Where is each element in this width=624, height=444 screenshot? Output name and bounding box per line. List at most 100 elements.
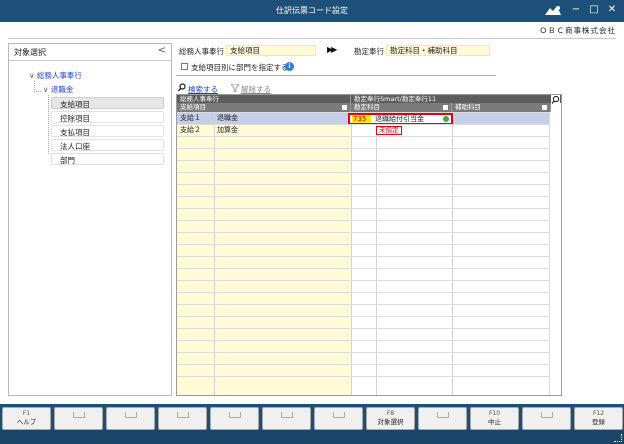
fkey-label: 中止 bbox=[488, 418, 501, 426]
target-value: 勘定科目・補助科目 bbox=[386, 45, 490, 56]
grid-scroll-column[interactable] bbox=[549, 112, 561, 395]
status-strip bbox=[0, 430, 624, 444]
table-row bbox=[177, 124, 549, 125]
clear-filter-icon bbox=[231, 84, 239, 92]
table-row bbox=[177, 196, 549, 197]
target-selection-panel: 対象選択 < ∨ 総務人事奉行 ∨ 退職金 支給項目 控除項目 支払項目 法人口… bbox=[8, 43, 172, 396]
fkey-number: F12 bbox=[592, 410, 605, 417]
fkey-label: ヘルプ bbox=[16, 418, 37, 426]
fkey-blank-f6-button[interactable] bbox=[262, 407, 311, 430]
tree-item-deduction-items[interactable]: 控除項目 bbox=[51, 111, 164, 123]
cell-item-code[interactable]: 支給２ bbox=[177, 125, 214, 136]
table-row bbox=[177, 292, 549, 293]
column-header-item[interactable]: 支給項目 bbox=[177, 103, 351, 112]
tree-item-payment-items[interactable]: 支給項目 bbox=[51, 97, 164, 109]
table-row bbox=[177, 112, 549, 113]
table-row bbox=[177, 256, 549, 257]
table-row bbox=[177, 172, 549, 173]
fkey-number: F10 bbox=[488, 410, 501, 417]
cell-item-name[interactable]: 加算金 bbox=[214, 125, 351, 136]
fkey-blank-f3-button[interactable] bbox=[106, 407, 155, 430]
target-label: 勘定奉行 bbox=[354, 47, 384, 56]
grid-group-header-left: 総務人事奉行 bbox=[177, 95, 351, 103]
tree-connector bbox=[34, 91, 41, 92]
table-row bbox=[177, 160, 549, 161]
fkey-number: F8 bbox=[386, 410, 395, 417]
tree-child-node[interactable]: ∨ 退職金 bbox=[43, 84, 73, 95]
tree-item-corporate-account[interactable]: 法人口座 bbox=[51, 139, 164, 151]
tree-child-label[interactable]: 退職金 bbox=[51, 85, 74, 94]
resize-grip-icon[interactable] bbox=[614, 434, 622, 442]
table-row bbox=[177, 328, 549, 329]
grid-group-header-right: 勘定奉行Smart/勘定奉行11 bbox=[351, 95, 561, 103]
table-row bbox=[177, 364, 549, 365]
form-divider bbox=[176, 75, 496, 76]
tree-root-node[interactable]: ∨ 総務人事奉行 bbox=[29, 70, 82, 81]
cell-account-unset[interactable]: 未指定 bbox=[376, 126, 402, 135]
fkey-blank-f5-button[interactable] bbox=[210, 407, 259, 430]
window-title: 仕訳伝票コード設定 bbox=[276, 6, 348, 15]
panel-title: 対象選択 bbox=[14, 48, 46, 57]
tree-root-label[interactable]: 総務人事奉行 bbox=[37, 71, 82, 80]
tree-connector bbox=[48, 95, 49, 154]
tree-item-payout-items[interactable]: 支払項目 bbox=[51, 125, 164, 137]
table-row bbox=[177, 304, 549, 305]
department-checkbox-label[interactable]: 支給項目別に部門を指定する bbox=[191, 62, 289, 73]
table-row bbox=[177, 340, 549, 341]
column-header-sub-account-label: 補助科目 bbox=[455, 103, 481, 111]
sort-icon[interactable] bbox=[342, 105, 347, 110]
fkey-blank-f11-button[interactable] bbox=[522, 407, 571, 430]
cell-item-name[interactable]: 退職金 bbox=[214, 113, 351, 124]
cell-account-name[interactable]: 退職給付引当金 bbox=[375, 115, 424, 123]
fkey-number: F1 bbox=[22, 410, 31, 417]
close-button[interactable]: ✕ bbox=[605, 3, 619, 17]
source-value: 支給項目 bbox=[226, 45, 316, 56]
grid-search-icon[interactable] bbox=[551, 95, 560, 104]
sort-icon[interactable] bbox=[542, 105, 547, 110]
cell-item-code[interactable]: 支給１ bbox=[177, 113, 214, 124]
cell-account-code[interactable]: 735 bbox=[352, 115, 371, 123]
fkey-help-button[interactable]: F1 ヘルプ bbox=[2, 407, 51, 430]
fkey-label: 対象選択 bbox=[377, 418, 404, 426]
table-row bbox=[177, 280, 549, 281]
mapping-grid: 総務人事奉行 勘定奉行Smart/勘定奉行11 支給項目 勘定科目 補助科目 支… bbox=[176, 94, 562, 396]
header-divider bbox=[8, 38, 616, 39]
table-row bbox=[177, 184, 549, 185]
logo-icon bbox=[545, 6, 561, 15]
clear-label[interactable]: 解除する bbox=[241, 85, 271, 94]
table-row bbox=[177, 136, 549, 137]
info-icon[interactable]: i bbox=[285, 62, 294, 71]
fkey-target-select-button[interactable]: F8 対象選択 bbox=[366, 407, 415, 430]
fkey-label: 登録 bbox=[592, 418, 605, 426]
fkey-blank-f9-button[interactable] bbox=[418, 407, 467, 430]
table-row bbox=[177, 244, 549, 245]
minimize-button[interactable]: − bbox=[569, 3, 583, 17]
table-row bbox=[177, 376, 549, 377]
table-row bbox=[177, 316, 549, 317]
table-row bbox=[177, 232, 549, 233]
column-header-item-label: 支給項目 bbox=[180, 103, 206, 111]
arrow-right-icon: ▶▶ bbox=[327, 45, 337, 54]
fkey-blank-f4-button[interactable] bbox=[158, 407, 207, 430]
search-label[interactable]: 検索する bbox=[188, 85, 218, 94]
table-row bbox=[177, 268, 549, 269]
department-checkbox[interactable] bbox=[181, 63, 188, 70]
table-row bbox=[177, 220, 549, 221]
title-bar: 仕訳伝票コード設定 − □ ✕ bbox=[0, 0, 624, 22]
column-header-sub-account[interactable]: 補助科目 bbox=[452, 103, 551, 112]
maximize-button[interactable]: □ bbox=[587, 3, 601, 17]
collapse-panel-button[interactable]: < bbox=[158, 45, 166, 56]
search-icon bbox=[178, 83, 186, 92]
table-row bbox=[177, 148, 549, 149]
company-name: ＯＢＣ商事株式会社 bbox=[539, 26, 616, 35]
sort-icon[interactable] bbox=[443, 105, 448, 110]
fkey-blank-f2-button[interactable] bbox=[54, 407, 103, 430]
table-row bbox=[177, 208, 549, 209]
fkey-register-button[interactable]: F12 登録 bbox=[574, 407, 623, 430]
panel-header: 対象選択 < bbox=[9, 44, 171, 61]
fkey-blank-f7-button[interactable] bbox=[314, 407, 363, 430]
selected-row-highlight bbox=[451, 113, 551, 124]
fkey-cancel-button[interactable]: F10 中止 bbox=[470, 407, 519, 430]
tree-item-department[interactable]: 部門 bbox=[51, 153, 164, 165]
column-header-account[interactable]: 勘定科目 bbox=[351, 103, 452, 112]
